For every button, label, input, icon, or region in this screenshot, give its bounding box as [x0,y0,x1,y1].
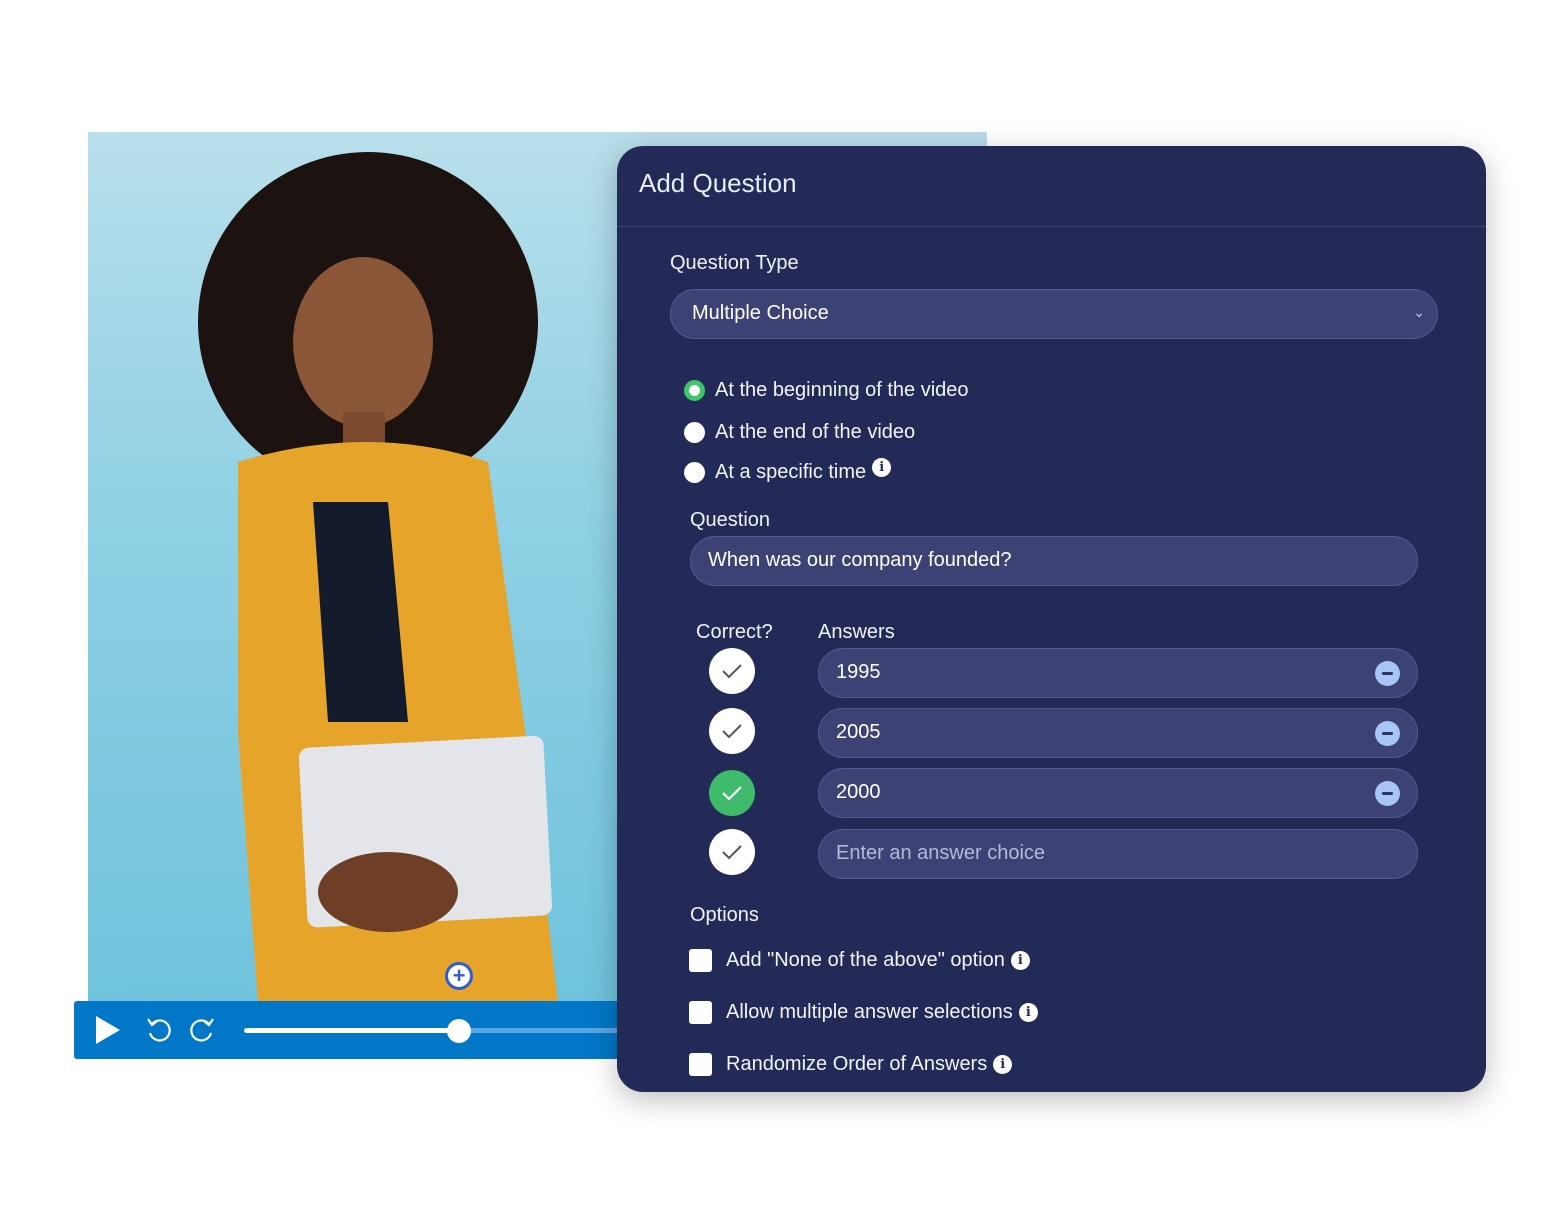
timing-option-beginning[interactable]: At the beginning of the video [684,379,969,402]
question-input[interactable]: When was our company founded? [690,536,1418,586]
correct-column-label: Correct? [696,621,773,643]
info-icon[interactable]: i [1018,1003,1038,1022]
checkbox[interactable] [689,1053,712,1076]
plus-circle-icon: + [452,963,466,988]
play-icon[interactable] [96,1016,120,1044]
timing-option-label: At the beginning of the video [715,379,969,401]
answer-placeholder: Enter an answer choice [836,842,1046,864]
check-icon [722,664,742,679]
answer-input[interactable]: 1995 [818,648,1418,698]
question-type-label: Question Type [670,252,799,274]
answers-column-label: Answers [818,621,895,643]
option-label: Add "None of the above" option [726,949,1005,971]
add-question-panel: Add Question Question Type Multiple Choi… [617,146,1486,1092]
check-icon [722,845,742,860]
option-none-of-above[interactable]: Add "None of the above" option i [689,949,1030,972]
rewind-icon[interactable] [144,1015,174,1045]
answer-value: 2000 [836,781,881,803]
add-question-marker[interactable]: + [445,962,473,990]
correct-toggle[interactable] [709,648,755,694]
info-icon[interactable]: i [872,458,892,477]
question-input-value: When was our company founded? [708,549,1012,571]
check-icon [722,786,742,801]
question-type-select[interactable]: Multiple Choice ⌄ [670,289,1438,339]
radio-unselected[interactable] [684,422,705,443]
timing-option-end[interactable]: At the end of the video [684,421,915,444]
answer-input[interactable]: 2005 [818,708,1418,758]
correct-toggle[interactable] [709,829,755,875]
video-player-controls [74,1001,634,1059]
seek-bar[interactable] [244,1019,634,1043]
radio-unselected[interactable] [684,462,705,483]
correct-toggle[interactable] [709,708,755,754]
timing-option-label: At the end of the video [715,421,916,443]
new-answer-input[interactable]: Enter an answer choice [818,829,1418,879]
options-label: Options [690,904,759,926]
panel-title: Add Question [639,168,797,198]
remove-answer-icon[interactable] [1375,661,1400,686]
info-icon[interactable]: i [993,1055,1013,1074]
seek-bar-progress [244,1028,459,1033]
header-divider [617,226,1486,227]
checkbox[interactable] [689,949,712,972]
chevron-down-icon: ⌄ [1413,304,1425,320]
answer-value: 2005 [836,721,881,743]
radio-selected[interactable] [684,380,705,401]
answer-value: 1995 [836,661,881,683]
timing-option-specific-time[interactable]: At a specific time i [684,458,892,484]
question-type-value: Multiple Choice [692,302,829,324]
option-randomize-order[interactable]: Randomize Order of Answers i [689,1053,1013,1076]
option-label: Allow multiple answer selections [726,1001,1013,1023]
check-icon [722,724,742,739]
timing-option-label: At a specific time [715,461,867,483]
seek-handle[interactable] [446,1019,471,1043]
answer-input[interactable]: 2000 [818,768,1418,818]
remove-answer-icon[interactable] [1375,781,1400,806]
question-label: Question [690,509,771,531]
correct-toggle-selected[interactable] [709,770,755,816]
option-label: Randomize Order of Answers [726,1053,988,1075]
info-icon[interactable]: i [1010,951,1030,970]
checkbox[interactable] [689,1001,712,1024]
option-multiple-selections[interactable]: Allow multiple answer selections i [689,1001,1038,1024]
remove-answer-icon[interactable] [1375,721,1400,746]
forward-icon[interactable] [187,1015,217,1045]
